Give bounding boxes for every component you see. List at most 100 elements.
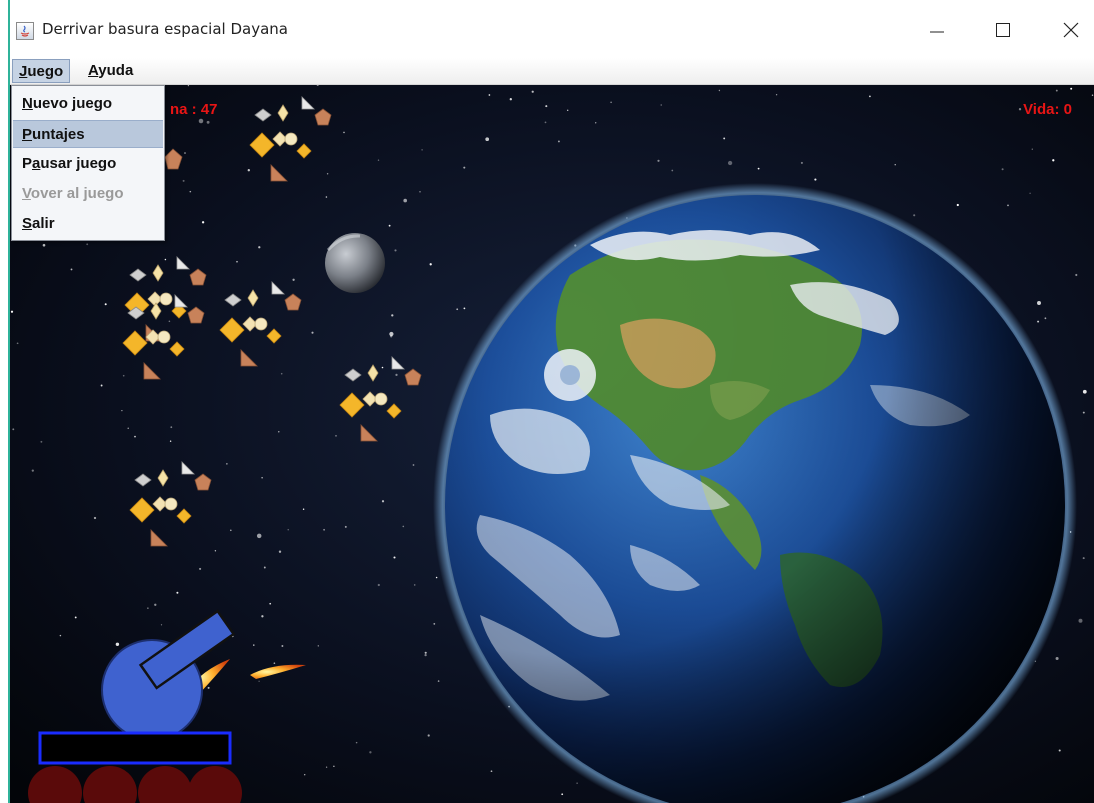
star [187,85,190,87]
star [256,533,262,539]
star [485,137,490,142]
star [206,120,210,124]
star [230,529,232,532]
star [100,384,103,387]
menu-item-puntajes[interactable]: Puntajes [13,120,163,148]
star [278,431,280,433]
star [657,159,660,162]
star [269,602,272,605]
star [247,169,250,172]
star [1052,159,1055,162]
star [403,198,407,203]
minimize-button[interactable] [914,10,960,50]
star [16,342,19,345]
star [182,179,185,182]
star [325,766,328,768]
star [261,615,264,618]
menu-item-pausar-juego[interactable]: Pausar juego [13,150,163,178]
star [800,161,803,164]
star [344,525,347,528]
star [115,642,120,646]
close-button[interactable] [1048,10,1094,50]
menu-item-nuevo-juego[interactable]: Nuevo juego [13,90,163,118]
star [894,164,896,166]
star [381,500,385,503]
star [433,623,436,625]
star [1037,301,1041,305]
star [278,550,282,553]
star [1055,89,1058,92]
star [168,320,171,323]
star [104,303,107,306]
game-canvas[interactable]: na : 47 Vida: 0 [10,85,1094,803]
star [557,140,560,143]
menu-item-volver-al-juego[interactable]: Vover al juego [13,180,163,208]
star [355,741,358,744]
menu-item-salir[interactable]: Salir [13,210,163,238]
menu-juego[interactable]: Juego [12,59,71,83]
star [1091,94,1094,96]
game-scene [10,85,1094,803]
star [1070,87,1073,90]
star [10,310,14,313]
star [261,477,263,479]
window-title: Derrivar basura espacial Dayana [42,20,288,38]
star [160,624,163,626]
star [207,686,210,689]
star [317,645,319,647]
star [757,167,760,170]
star [463,166,466,169]
menu-ayuda[interactable]: Ayuda [82,59,139,83]
star [121,409,123,412]
star [377,159,380,161]
star [1007,204,1009,207]
star [281,645,284,647]
star [437,680,440,682]
star [718,89,721,92]
star [531,90,534,93]
star [545,105,548,108]
star [325,196,328,198]
star [258,680,260,682]
star [509,98,512,101]
star [1058,749,1061,752]
star [463,307,466,310]
star [343,131,345,134]
star [412,464,415,466]
star [201,221,205,224]
star [214,550,217,552]
star [660,104,662,106]
star [389,331,394,337]
health-bar [38,731,232,765]
star [1055,656,1059,661]
star [727,160,733,166]
earth-planet [433,183,1077,803]
star [42,243,46,247]
close-icon [1063,22,1079,38]
star [435,576,438,579]
star [184,152,186,154]
star [303,773,306,776]
star [273,662,276,665]
star [253,644,255,646]
maximize-button[interactable] [980,10,1026,50]
star [610,101,612,104]
star [70,268,73,271]
star [154,603,157,606]
star [394,249,397,252]
star [169,440,172,442]
star [956,203,959,207]
star [335,435,337,437]
star [1082,557,1085,560]
star [1031,148,1033,150]
star [671,169,674,172]
life-display: Vida: 0 [1023,101,1072,118]
star [576,782,578,784]
star [164,258,167,261]
star [402,525,405,528]
star [595,122,597,124]
star [292,278,295,281]
star [427,734,430,737]
star [1029,192,1031,195]
star [814,178,817,181]
